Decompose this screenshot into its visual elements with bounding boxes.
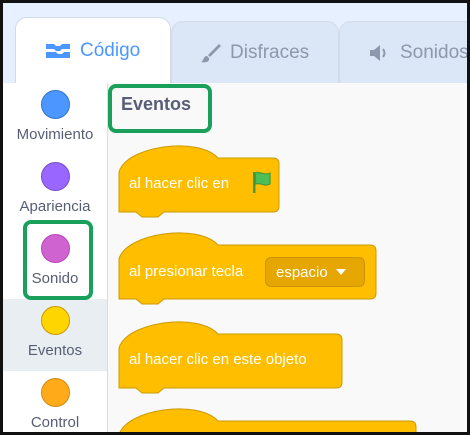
code-icon: [44, 41, 72, 61]
tab-costumes[interactable]: Disfraces: [171, 21, 339, 83]
category-events[interactable]: Eventos: [3, 299, 107, 371]
category-motion[interactable]: Movimiento: [3, 83, 107, 155]
chevron-down-icon: [335, 269, 346, 275]
key-dropdown[interactable]: espacio: [265, 257, 365, 287]
category-looks[interactable]: Apariencia: [3, 155, 107, 227]
category-looks-label: Apariencia: [19, 198, 91, 215]
tab-sounds[interactable]: Sonidos: [339, 21, 469, 83]
brush-icon: [200, 42, 222, 64]
when-key-pressed-label: al presionar tecla: [129, 263, 244, 280]
tab-sounds-label: Sonidos: [400, 41, 469, 63]
when-flag-clicked-label: al hacer clic en: [129, 175, 230, 192]
block-palette: Eventos al hacer clic en al presionar te…: [108, 83, 467, 432]
tab-code-label: Código: [80, 39, 141, 61]
category-control-dot: [40, 378, 70, 407]
heading-highlight: [108, 84, 212, 133]
category-events-label: Eventos: [27, 342, 83, 359]
editor-tab-bar: Código Disfraces Sonidos: [3, 3, 467, 83]
category-motion-dot: [40, 90, 70, 119]
category-control[interactable]: Control: [3, 371, 107, 432]
category-control-label: Control: [30, 414, 80, 431]
category-looks-dot: [40, 162, 70, 191]
tab-code[interactable]: Código: [15, 17, 171, 83]
tab-costumes-label: Disfraces: [230, 41, 310, 63]
green-flag-icon: [253, 171, 271, 193]
category-events-dot: [40, 306, 70, 335]
key-dropdown-value: espacio: [276, 263, 328, 281]
when-sprite-clicked-label: al hacer clic en este objeto: [129, 351, 307, 368]
sound-category-highlight: [23, 220, 93, 300]
screenshot-frame: Código Disfraces Sonidos Movimiento Apar…: [0, 0, 470, 435]
category-motion-label: Movimiento: [16, 126, 94, 143]
next-events-block[interactable]: [118, 401, 418, 435]
category-menu: Movimiento Apariencia Sonido Eventos Con…: [3, 83, 108, 432]
speaker-icon: [368, 43, 392, 63]
